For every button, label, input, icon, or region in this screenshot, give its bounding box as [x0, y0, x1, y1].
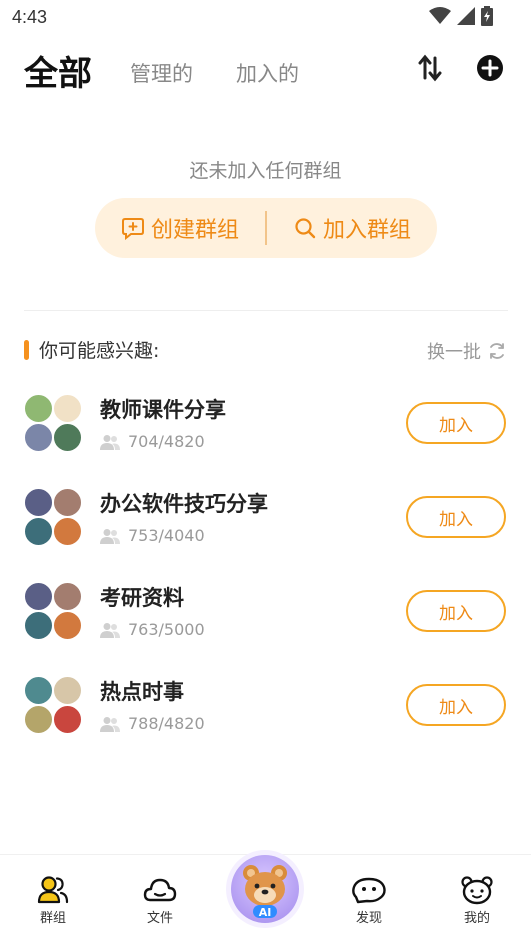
profile-bear-icon: [461, 876, 493, 905]
avatar: [24, 582, 53, 611]
avatar: [53, 582, 82, 611]
signal-icon: [457, 7, 475, 25]
empty-message: 还未加入任何群组: [189, 160, 342, 182]
join-button[interactable]: 加入: [406, 496, 506, 538]
suggest-title-label: 你可能感兴趣:: [39, 340, 160, 362]
ai-label: AI: [258, 906, 272, 919]
avatar: [53, 517, 82, 546]
tab-all[interactable]: 全部: [24, 46, 92, 95]
group-member-count: 753/4040: [100, 526, 205, 545]
member-count-text: 788/4820: [128, 714, 205, 733]
group-name: 办公软件技巧分享: [100, 492, 268, 516]
refresh-icon: [490, 343, 504, 359]
files-cloud-icon: [143, 878, 177, 902]
search-icon: [295, 218, 316, 239]
refresh-button[interactable]: 换一批: [427, 338, 507, 364]
join-button[interactable]: 加入: [406, 684, 506, 726]
wifi-icon: [429, 7, 451, 24]
members-icon: [100, 716, 120, 732]
tab-discover[interactable]: 发现: [334, 875, 404, 926]
avatar: [24, 676, 53, 705]
tab-mine[interactable]: 我的: [442, 875, 512, 926]
add-circle-icon[interactable]: [476, 54, 504, 82]
avatar: [24, 705, 53, 734]
group-item[interactable]: 办公软件技巧分享 753/4040 加入: [0, 488, 531, 582]
member-count-text: 763/5000: [128, 620, 205, 639]
group-item[interactable]: 热点时事 788/4820 加入: [0, 676, 531, 770]
group-avatar-stack: [24, 582, 82, 640]
create-group-label: 创建群组: [150, 218, 239, 243]
avatar: [53, 611, 82, 640]
avatar: [53, 423, 82, 452]
avatar: [24, 394, 53, 423]
status-icons: [429, 6, 493, 26]
group-avatar-stack: [24, 488, 82, 546]
empty-actions: 创建群组 加入群组: [95, 198, 437, 258]
battery-icon: [481, 6, 493, 26]
join-button[interactable]: 加入: [406, 590, 506, 632]
create-group-button[interactable]: 创建群组: [95, 198, 265, 258]
group-avatar-stack: [24, 394, 82, 452]
refresh-label: 换一批: [427, 342, 481, 363]
avatar: [53, 676, 82, 705]
members-icon: [100, 528, 120, 544]
title-accent-bar: [24, 339, 29, 360]
avatar: [24, 488, 53, 517]
member-count-text: 753/4040: [128, 526, 205, 545]
join-button[interactable]: 加入: [406, 402, 506, 444]
discover-icon: [352, 877, 386, 904]
groups-icon: [37, 876, 69, 904]
join-group-label: 加入群组: [322, 218, 411, 243]
group-avatar-stack: [24, 676, 82, 734]
member-count-text: 704/4820: [128, 432, 205, 451]
status-bar: 4:43: [0, 0, 531, 36]
suggest-title: 你可能感兴趣:: [24, 336, 159, 363]
header: 全部 管理的 加入的: [0, 40, 531, 104]
members-icon: [100, 434, 120, 450]
avatar: [53, 394, 82, 423]
tab-mine-label: 我的: [463, 911, 490, 926]
avatar: [53, 705, 82, 734]
join-group-button[interactable]: 加入群组: [267, 198, 437, 258]
members-icon: [100, 622, 120, 638]
avatar: [24, 517, 53, 546]
tab-files-label: 文件: [146, 911, 173, 926]
avatar: [24, 611, 53, 640]
status-time: 4:43: [12, 7, 48, 27]
tab-joined[interactable]: 加入的: [236, 58, 299, 88]
add-chat-icon: [121, 218, 144, 240]
group-item[interactable]: 考研资料 763/5000 加入: [0, 582, 531, 676]
tab-groups[interactable]: 群组: [18, 875, 88, 926]
group-member-count: 788/4820: [100, 714, 205, 733]
sort-icon[interactable]: [418, 54, 442, 82]
group-member-count: 704/4820: [100, 432, 205, 451]
avatar: [24, 423, 53, 452]
tab-groups-label: 群组: [39, 911, 66, 926]
avatar: [53, 488, 82, 517]
group-member-count: 763/5000: [100, 620, 205, 639]
group-name: 热点时事: [100, 680, 184, 704]
group-item[interactable]: 教师课件分享 704/4820 加入: [0, 394, 531, 488]
ai-assistant-button[interactable]: AI: [231, 855, 299, 923]
tab-files[interactable]: 文件: [125, 875, 195, 926]
group-name: 教师课件分享: [100, 398, 226, 422]
group-name: 考研资料: [100, 586, 184, 610]
section-divider: [24, 310, 508, 311]
tab-managed[interactable]: 管理的: [130, 58, 193, 88]
tab-discover-label: 发现: [355, 911, 382, 926]
